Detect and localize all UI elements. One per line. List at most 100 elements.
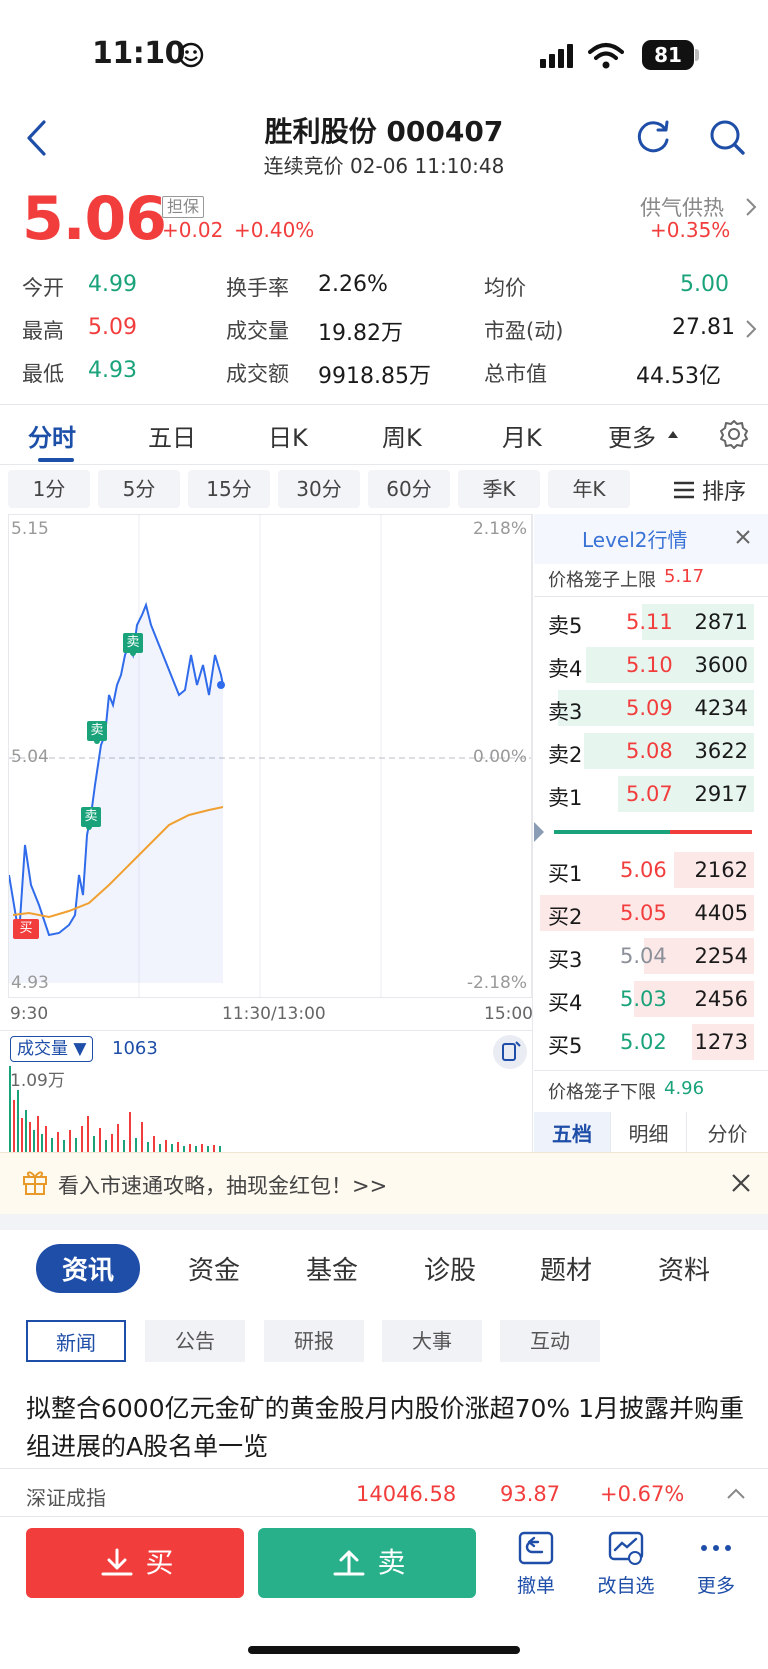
buy-button[interactable]: 买 <box>26 1528 244 1598</box>
caret-up-icon[interactable] <box>666 428 680 440</box>
level2-title[interactable]: Level2行情 <box>582 524 688 553</box>
chevron-up-icon[interactable] <box>726 1486 746 1500</box>
home-indicator <box>248 1646 520 1654</box>
tab-more[interactable]: 更多 <box>608 418 656 453</box>
edit-watchlist-button[interactable]: 改自选 <box>586 1530 666 1598</box>
ask-row[interactable]: 卖2 5.08 3622 <box>540 733 754 769</box>
ask-row[interactable]: 卖5 5.11 2871 <box>540 604 754 640</box>
close-icon[interactable] <box>730 1172 752 1194</box>
ask-row[interactable]: 卖3 5.09 4234 <box>540 690 754 726</box>
rotate-screen-icon[interactable] <box>492 1034 528 1070</box>
tab-funds-flow[interactable]: 资金 <box>188 1250 240 1287</box>
intraday-chart[interactable]: 5.15 5.04 4.93 2.18% 0.00% -2.18% 卖 卖 卖 … <box>8 514 532 998</box>
ask-row[interactable]: 卖1 5.07 2917 <box>540 776 754 812</box>
upper-limit-label: 价格笼子上限 <box>548 570 656 591</box>
bid-volume: 4405 <box>694 901 748 925</box>
tab-news-main[interactable]: 资讯 <box>36 1244 141 1293</box>
tab-intraday[interactable]: 分时 <box>28 418 76 453</box>
watchlist-chart-icon <box>608 1531 644 1565</box>
volume-bars <box>9 1066 221 1152</box>
divider <box>0 1516 768 1517</box>
smiley-icon <box>178 42 204 68</box>
sort-label[interactable]: 排序 <box>702 474 746 506</box>
period-5min[interactable]: 5分 <box>98 470 180 508</box>
bid-row[interactable]: 买1 5.06 2162 <box>540 852 754 888</box>
sell-button[interactable]: 卖 <box>258 1528 476 1598</box>
period-60min[interactable]: 60分 <box>368 470 450 508</box>
stat-value: 4.93 <box>88 358 137 383</box>
ask-price: 5.11 <box>626 610 673 634</box>
ask-row[interactable]: 卖4 5.10 3600 <box>540 647 754 683</box>
close-icon[interactable] <box>734 528 752 546</box>
tab-profile[interactable]: 资料 <box>658 1250 710 1287</box>
period-year-k[interactable]: 年K <box>548 470 630 508</box>
tab-5day[interactable]: 五日 <box>148 418 196 453</box>
bid-price: 5.03 <box>620 987 667 1011</box>
period-30min[interactable]: 30分 <box>278 470 360 508</box>
stat-label: 今开 <box>22 276 64 300</box>
bid-row[interactable]: 买5 5.02 1273 <box>540 1024 754 1060</box>
buy-label: 买 <box>145 1546 174 1579</box>
y-axis-top: 5.15 <box>11 519 49 539</box>
bid-volume: 1273 <box>694 1030 748 1054</box>
tab-underline <box>38 458 74 462</box>
tab-fund[interactable]: 基金 <box>306 1250 358 1287</box>
bid-row[interactable]: 买4 5.03 2456 <box>540 981 754 1017</box>
bid-price: 5.04 <box>620 944 667 968</box>
tab-theme[interactable]: 题材 <box>540 1250 592 1287</box>
period-quarter-k[interactable]: 季K <box>458 470 540 508</box>
subtab-announcements[interactable]: 公告 <box>145 1320 245 1362</box>
divider <box>534 596 768 597</box>
tab-weekly-k[interactable]: 周K <box>382 418 422 453</box>
period-15min[interactable]: 15分 <box>188 470 270 508</box>
subtab-news[interactable]: 新闻 <box>26 1320 126 1362</box>
buy-sell-ratio-bar <box>534 822 752 842</box>
stat-label: 最低 <box>22 362 64 386</box>
news-headline[interactable]: 拟整合6000亿元金矿的黄金股月内股价涨超70% 1月披露并购重组进展的A股名单… <box>26 1390 746 1466</box>
bid-volume: 2254 <box>694 944 748 968</box>
ask-label: 卖1 <box>548 786 583 810</box>
tab-level5[interactable]: 五档 <box>534 1112 610 1156</box>
volume-selector[interactable]: 成交量 ▼ <box>10 1036 94 1062</box>
more-button[interactable]: 更多 <box>676 1530 756 1598</box>
battery-icon: 81 <box>642 40 694 70</box>
stat-value: 2.26% <box>318 272 388 297</box>
promo-text[interactable]: 看入市速通攻略，抽现金红包！>> <box>58 1170 387 1200</box>
more-label: 更多 <box>696 1575 735 1597</box>
gift-icon <box>23 1171 47 1195</box>
battery-tip <box>695 49 699 61</box>
upload-icon <box>333 1550 365 1576</box>
refresh-icon[interactable] <box>634 118 672 156</box>
period-1min[interactable]: 1分 <box>8 470 90 508</box>
subtab-events[interactable]: 大事 <box>382 1320 482 1362</box>
divider <box>0 464 768 465</box>
stat-label: 成交量 <box>226 319 289 343</box>
lower-limit-label: 价格笼子下限 <box>548 1082 656 1103</box>
tab-monthly-k[interactable]: 月K <box>502 418 542 453</box>
tab-detail[interactable]: 明细 <box>610 1112 686 1156</box>
pct-axis-bot: -2.18% <box>466 973 527 993</box>
bid-row[interactable]: 买3 5.04 2254 <box>540 938 754 974</box>
stat-value: 27.81 <box>672 315 735 340</box>
cancel-order-button[interactable]: 撤单 <box>496 1530 576 1598</box>
tab-price-dist[interactable]: 分价 <box>686 1112 768 1156</box>
tab-daily-k[interactable]: 日K <box>268 418 308 453</box>
sell-marker: 卖 <box>81 807 101 827</box>
buy-marker: 买 <box>13 919 39 939</box>
chevron-right-icon[interactable] <box>744 318 758 340</box>
stat-value: 4.99 <box>88 272 137 297</box>
more-dots-icon <box>701 1545 731 1551</box>
index-name[interactable]: 深证成指 <box>26 1482 106 1511</box>
subtab-interaction[interactable]: 互动 <box>500 1320 600 1362</box>
stat-value: 9918.85万 <box>318 364 431 389</box>
chevron-right-icon[interactable] <box>744 196 758 218</box>
subtab-reports[interactable]: 研报 <box>264 1320 364 1362</box>
ask-price: 5.10 <box>626 653 673 677</box>
tab-diagnosis[interactable]: 诊股 <box>424 1250 476 1287</box>
sort-icon[interactable] <box>672 480 696 500</box>
bid-label: 买1 <box>548 862 583 886</box>
bid-row[interactable]: 买2 5.05 4405 <box>540 895 754 931</box>
volume-value: 1063 <box>112 1038 158 1059</box>
search-icon[interactable] <box>708 118 746 156</box>
settings-icon[interactable] <box>718 418 750 450</box>
